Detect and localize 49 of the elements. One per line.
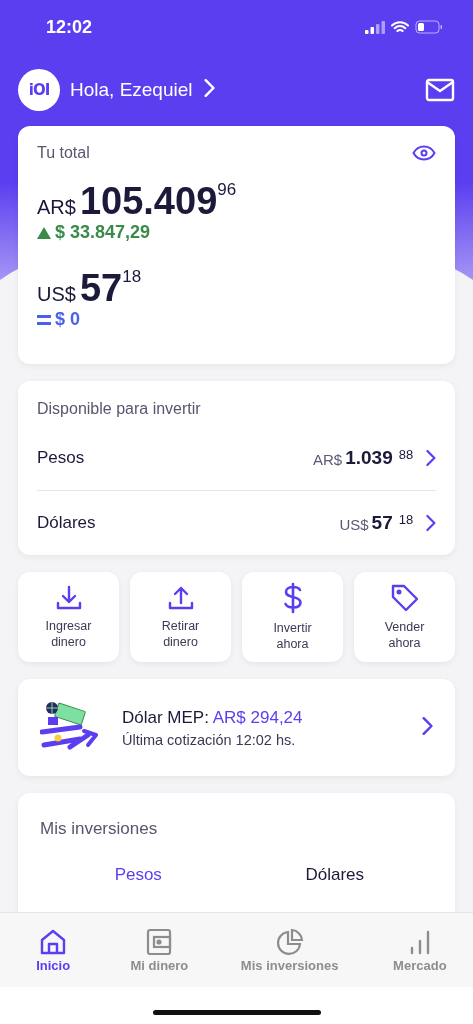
eye-icon[interactable] <box>412 145 436 161</box>
balance-cents: 96 <box>217 180 237 200</box>
currency-tab[interactable]: Pesos <box>40 865 237 885</box>
currency-label: AR$ <box>37 196 76 219</box>
currency-tab[interactable]: Dólares <box>236 865 433 885</box>
row-amount: 1.039 <box>345 447 393 469</box>
battery-icon <box>415 20 443 34</box>
chevron-right-icon <box>425 514 436 532</box>
card-title: Disponible para invertir <box>37 400 201 417</box>
home-icon <box>39 927 68 956</box>
chevron-right-icon <box>421 715 433 736</box>
action-button[interactable]: Vender ahora <box>354 572 455 662</box>
up-triangle-icon <box>37 226 51 239</box>
action-button[interactable]: Ingresar dinero <box>18 572 119 662</box>
upload-icon <box>166 584 195 612</box>
chevron-right-icon <box>425 449 436 467</box>
balance-change: $ 0 <box>55 309 81 330</box>
row-label: Dólares <box>37 513 96 533</box>
card-title: Tu total <box>37 144 90 162</box>
dollar-sign-icon <box>281 582 304 614</box>
row-amount: 57 <box>371 512 393 534</box>
currency-label: US$ <box>339 516 369 533</box>
chevron-right-icon <box>202 78 215 98</box>
tag-icon <box>389 583 420 613</box>
balance-amount: 105.409 <box>79 180 218 222</box>
signal-icon <box>365 20 385 34</box>
equals-icon <box>37 314 51 325</box>
balance-amount: 57 <box>79 267 123 309</box>
row-cents: 88 <box>398 447 414 462</box>
greeting-link[interactable]: Hola, Ezequiel <box>70 79 193 101</box>
row-label: Pesos <box>37 448 85 468</box>
action-button[interactable]: Invertir ahora <box>242 572 343 662</box>
pie-chart-icon <box>275 927 304 956</box>
nav-tab[interactable]: Inicio <box>0 927 107 973</box>
wallet-icon <box>146 927 173 956</box>
wifi-icon <box>391 20 409 34</box>
mep-updated: Última cotización 12:02 hs. <box>122 731 297 748</box>
balance-cents: 18 <box>122 267 142 287</box>
action-button[interactable]: Retirar dinero <box>130 572 231 662</box>
mep-card[interactable]: Dólar MEP: AR$ 294,24 Última cotización 12:02 hs. <box>18 679 455 776</box>
currency-label: AR$ <box>313 451 343 468</box>
currency-label: US$ <box>37 283 76 306</box>
balance-change: $ 33.847,29 <box>55 222 151 243</box>
card-title: Mis inversiones <box>40 819 158 838</box>
row-cents: 18 <box>398 512 414 527</box>
status-time: 12:02 <box>46 16 93 38</box>
mep-rate: Dólar MEP: AR$ 294,24 <box>122 707 303 728</box>
mail-icon[interactable] <box>425 78 455 102</box>
download-icon <box>54 584 83 612</box>
